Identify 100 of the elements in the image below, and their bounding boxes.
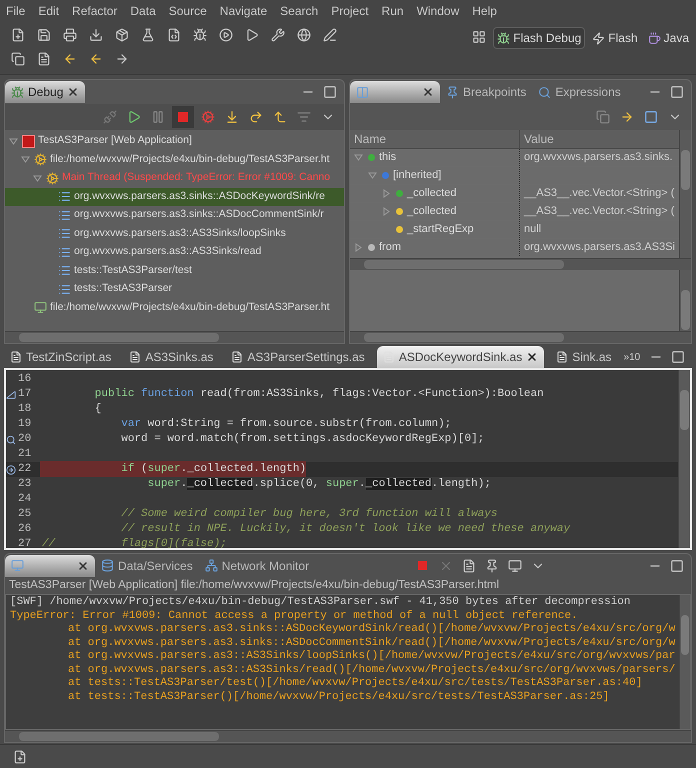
console-line: at org.wvxvws.parsers.as3.sinks::ASDocKeywordSink/read()[/home/wvxvw/Projects/e4xu/src/org/w <box>67 623 676 636</box>
menu-item[interactable]: Search <box>280 2 318 20</box>
scrollbar[interactable] <box>679 130 691 258</box>
editor-tab[interactable]: TestZinScript.as <box>4 346 118 368</box>
line-number: 16 <box>18 372 32 388</box>
tree-item-label: org.wvxvws.parsers.as3.sinks::ASDocCommentSink/r <box>74 207 324 222</box>
scrollbar[interactable] <box>5 730 691 742</box>
stack-frame-icon <box>58 208 71 222</box>
file-icon <box>556 351 568 363</box>
code-line: { <box>94 402 102 418</box>
line-number: 21 <box>18 447 32 462</box>
view-tab[interactable] <box>5 554 95 576</box>
menu-item[interactable]: Run <box>382 2 404 20</box>
tree-item-label: org.wvxvws.parsers.as3::AS3Sinks/loopSinks <box>74 226 286 241</box>
editor-tab[interactable]: AS3Sinks.as <box>123 346 220 368</box>
stack-frame-icon <box>58 264 71 278</box>
code-line: public function read(from:AS3Sinks, flags:Vector.<Function>):Boolean <box>94 387 544 402</box>
more-tabs-indicator[interactable]: »10 <box>624 350 640 364</box>
close-icon[interactable] <box>67 86 80 98</box>
console-icon <box>11 559 24 572</box>
line-number: 22 <box>18 462 32 478</box>
variable-name: _startRegExp <box>407 222 474 238</box>
table-cell-text: __AS3__.vec.Vector.<String> ( <box>522 186 676 202</box>
code-line: super._collected.splice(0, super._collected.length); <box>146 477 491 492</box>
tree-item[interactable]: TestAS3Parser [Web Application] <box>5 132 344 150</box>
close-icon[interactable] <box>77 560 89 572</box>
tree-item[interactable]: org.wvxvws.parsers.as3.sinks::ASDocCommentSink/r <box>5 206 344 224</box>
tree-item[interactable]: tests::TestAS3Parser <box>5 280 344 298</box>
menu-item[interactable]: Help <box>472 2 497 20</box>
menu-item[interactable]: Navigate <box>220 2 268 20</box>
view-tab[interactable] <box>350 81 440 103</box>
file-icon <box>10 351 22 363</box>
tree-item-label: tests::TestAS3Parser <box>74 281 172 296</box>
perspective-button[interactable]: Flash Debug <box>493 27 586 49</box>
tree-item[interactable]: org.wvxvws.parsers.as3::AS3Sinks/loopSinks <box>5 224 344 243</box>
code-line: // result in NPE. Luckily, it doesn't look like we need these anyway <box>120 522 570 538</box>
view-tab[interactable]: Breakpoints <box>440 81 532 103</box>
coffee-cup-icon <box>648 32 661 44</box>
tree-item[interactable]: org.wvxvws.parsers.as3.sinks::ASDocKeywordSink/re <box>5 188 344 206</box>
perspective-button[interactable]: Flash <box>589 27 641 49</box>
tree-item-label: file:/home/wvxvw/Projects/e4xu/bin-debug/TestAS3Parser.ht <box>50 300 330 315</box>
view-tab[interactable]: Network Monitor <box>198 554 316 576</box>
table-cell-text: org.wvxvws.parsers.as3.AS3Si <box>523 240 676 256</box>
view-tab[interactable]: Debug <box>5 81 86 103</box>
tree-item[interactable]: org.wvxvws.parsers.as3::AS3Sinks/read <box>5 243 344 262</box>
menu-item[interactable]: Data <box>130 2 156 20</box>
tree-item-label: TestAS3Parser [Web Application] <box>38 133 192 148</box>
view-tab[interactable]: Expressions <box>532 81 627 103</box>
editor-tab[interactable]: ASDocKeywordSink.as <box>376 346 544 368</box>
scrollbar[interactable] <box>678 370 690 548</box>
bug-icon <box>11 86 24 98</box>
variable-name: [inherited] <box>393 168 442 184</box>
line-number: 19 <box>18 417 32 432</box>
code-line: var word:String = from.source.substr(from.column); <box>120 417 452 432</box>
close-icon[interactable] <box>526 351 538 363</box>
tree-item[interactable]: file:/home/wvxvw/Projects/e4xu/bin-debug/TestAS3Parser.ht <box>5 150 344 169</box>
line-number: 17 <box>18 387 32 402</box>
stack-frame-icon <box>58 246 71 259</box>
scrollbar[interactable] <box>5 331 344 343</box>
menu-item[interactable]: Source <box>168 2 207 20</box>
menu-item[interactable]: Edit <box>38 2 60 20</box>
perspective-button[interactable]: Java <box>644 27 692 49</box>
instruction-pointer-icon <box>6 464 16 474</box>
breakpoints-icon <box>446 86 459 98</box>
code-line: // Some weird compiler bug here, 3rd function will always <box>120 507 498 522</box>
console-line: at org.wvxvws.parsers.as3::AS3Sinks/loopSinks()[/home/wvxvw/Projects/e4xu/src/org/wvxvws/par <box>67 650 676 664</box>
scrollbar[interactable] <box>350 258 691 270</box>
scrollbar[interactable] <box>679 270 691 331</box>
lightning-icon <box>592 32 606 44</box>
tree-item[interactable]: tests::TestAS3Parser/test <box>5 262 344 280</box>
tree-item[interactable]: file:/home/wvxvw/Projects/e4xu/bin-debug/TestAS3Parser.ht <box>5 298 344 317</box>
menu-item[interactable]: Refactor <box>72 2 118 20</box>
code-line: word = word.match(from.settings.asdocKeywordRegExp)[0]; <box>120 432 484 448</box>
table-cell-text: org.wvxvws.parsers.as3.sinks. <box>523 150 674 166</box>
console-line: at org.wvxvws.parsers.as3.sinks::ASDocCommentSink/read()[/home/wvxvw/Projects/e4xu/src/org/w <box>67 636 676 650</box>
tree-item-label: tests::TestAS3Parser/test <box>74 262 192 278</box>
column-header[interactable]: Name <box>350 130 520 148</box>
menu-item[interactable]: File <box>6 2 26 20</box>
scrollbar[interactable] <box>350 331 691 343</box>
console-line: TypeError: Error #1009: Cannot access a property or method of a null object reference. <box>10 610 579 623</box>
close-icon[interactable] <box>422 86 434 98</box>
terminate-button[interactable] <box>172 106 194 128</box>
stack-frame-icon <box>58 190 71 204</box>
console-line: at tests::TestAS3Parser/test()[/home/wvxvw/Projects/e4xu/src/tests/TestAS3Parser.as:40] <box>67 677 644 690</box>
menu-item[interactable]: Project <box>331 2 369 20</box>
tree-item-label: org.wvxvws.parsers.as3.sinks::ASDocKeywordSink/re <box>74 188 325 204</box>
scrollbar[interactable] <box>679 595 690 729</box>
tree-item-label: file:/home/wvxvw/Projects/e4xu/bin-debug/TestAS3Parser.ht <box>50 152 330 167</box>
table-cell-text: null <box>523 222 542 238</box>
variable-name: this <box>379 150 396 166</box>
editor-tab[interactable]: AS3ParserSettings.as <box>225 346 371 368</box>
editor-tab[interactable]: Sink.as <box>550 346 618 368</box>
column-header[interactable]: Value <box>520 130 679 148</box>
menu-item[interactable]: Window <box>416 2 460 20</box>
line-number: 18 <box>18 402 32 418</box>
line-number: 26 <box>18 522 32 538</box>
variable-name: _collected <box>407 204 457 220</box>
bug-icon <box>497 32 510 44</box>
view-tab[interactable]: Data/Services <box>95 554 199 576</box>
line-number: 20 <box>18 432 32 448</box>
